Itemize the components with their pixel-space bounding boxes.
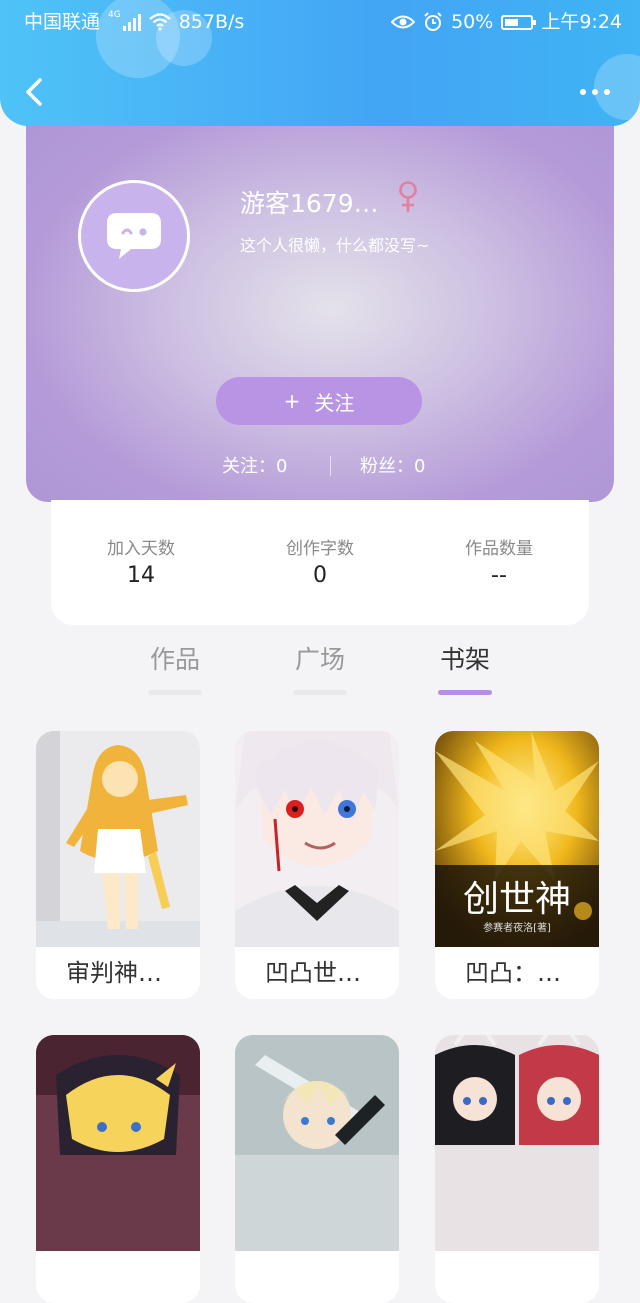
- work-count: 作品数量 --: [409, 534, 589, 588]
- book-cover-title: 创世神: [463, 879, 571, 920]
- book-card[interactable]: 凹凸世…: [235, 731, 399, 999]
- book-title: 凹凸：…: [465, 959, 561, 987]
- following-label: 关注：: [222, 456, 276, 477]
- fans-count[interactable]: 粉丝：0: [360, 452, 425, 478]
- net-speed: 857B/s: [178, 11, 245, 33]
- profile-card: 游客1679… 这个人很懒，什么都没写~ + 关注 关注：0 粉丝：0: [26, 100, 614, 502]
- battery-icon: [501, 14, 537, 30]
- fans-label: 粉丝：: [360, 456, 414, 477]
- word-count-label: 创作字数: [286, 539, 354, 559]
- book-title: 凹凸世…: [265, 959, 361, 987]
- top-bar: 中国联通 4G 857B/s 50% 上午9:24: [0, 0, 640, 126]
- word-count: 创作字数 0: [230, 534, 410, 588]
- back-button[interactable]: [20, 72, 50, 112]
- join-days-label: 加入天数: [107, 539, 175, 559]
- book-card[interactable]: 审判神…: [36, 731, 200, 999]
- female-icon: [399, 181, 417, 212]
- follow-button[interactable]: + 关注: [216, 377, 422, 425]
- tab-bar: 作品 广场 书架: [0, 640, 640, 700]
- wifi-icon: [148, 13, 171, 31]
- book-card[interactable]: [435, 1035, 599, 1303]
- book-cover: 创世神 参赛者夜洛[著]: [435, 731, 599, 947]
- signal-icon: [122, 13, 141, 31]
- work-count-label: 作品数量: [465, 539, 533, 559]
- word-count-value: 0: [313, 563, 327, 588]
- clock: 上午9:24: [541, 11, 622, 33]
- tab-square-label: 广场: [294, 645, 345, 674]
- tab-underline: [293, 690, 347, 695]
- more-button[interactable]: [580, 80, 620, 104]
- work-count-value: --: [491, 563, 507, 588]
- book-card[interactable]: 创世神 参赛者夜洛[著] 凹凸：…: [435, 731, 599, 999]
- eye-icon: [391, 15, 416, 29]
- battery-percent: 50%: [451, 11, 494, 33]
- network-type: 4G: [108, 10, 121, 20]
- more-dots-icon: [580, 89, 586, 95]
- book-title: [235, 1251, 399, 1303]
- avatar[interactable]: [78, 180, 190, 292]
- join-days-value: 14: [127, 563, 155, 588]
- fans-value: 0: [414, 456, 426, 477]
- divider: [330, 456, 331, 476]
- book-card[interactable]: [235, 1035, 399, 1303]
- bio: 这个人很懒，什么都没写~: [240, 236, 430, 255]
- book-title: 审判神…: [66, 959, 162, 987]
- follow-stats: 关注：0 粉丝：0: [26, 452, 614, 482]
- book-cover: [235, 731, 399, 947]
- tab-works[interactable]: 作品: [130, 640, 220, 695]
- carrier-name: 中国联通: [24, 11, 101, 33]
- stats-card: 加入天数 14 创作字数 0 作品数量 --: [51, 500, 589, 625]
- book-title: [36, 1251, 200, 1303]
- book-cover-author: 参赛者夜洛[著]: [483, 921, 551, 934]
- tab-square[interactable]: 广场: [275, 640, 365, 695]
- book-cover: [435, 1035, 599, 1251]
- status-bar: 中国联通 4G 857B/s 50% 上午9:24: [0, 0, 640, 44]
- book-title: [435, 1251, 599, 1303]
- follow-button-label: 关注: [314, 390, 355, 415]
- svg-text:参赛者夜洛[著]: 参赛者夜洛[著]: [483, 921, 551, 934]
- tab-bookshelf[interactable]: 书架: [420, 640, 510, 695]
- plus-icon: +: [283, 389, 301, 413]
- tab-underline-active: [438, 690, 492, 695]
- book-cover: [36, 1035, 200, 1251]
- alarm-icon: [424, 12, 442, 31]
- following-value: 0: [276, 456, 288, 477]
- chevron-left-icon: [26, 78, 42, 106]
- book-cover: [235, 1035, 399, 1251]
- book-cover: [36, 731, 200, 947]
- svg-text:创世神: 创世神: [463, 879, 571, 920]
- tab-bookshelf-label: 书架: [439, 645, 490, 674]
- join-days: 加入天数 14: [51, 534, 231, 588]
- chat-bubble-face-icon: [107, 213, 161, 259]
- following-count[interactable]: 关注：0: [222, 452, 287, 478]
- tab-works-label: 作品: [149, 645, 200, 674]
- tab-underline: [148, 690, 202, 695]
- book-card[interactable]: [36, 1035, 200, 1303]
- username: 游客1679…: [240, 189, 379, 218]
